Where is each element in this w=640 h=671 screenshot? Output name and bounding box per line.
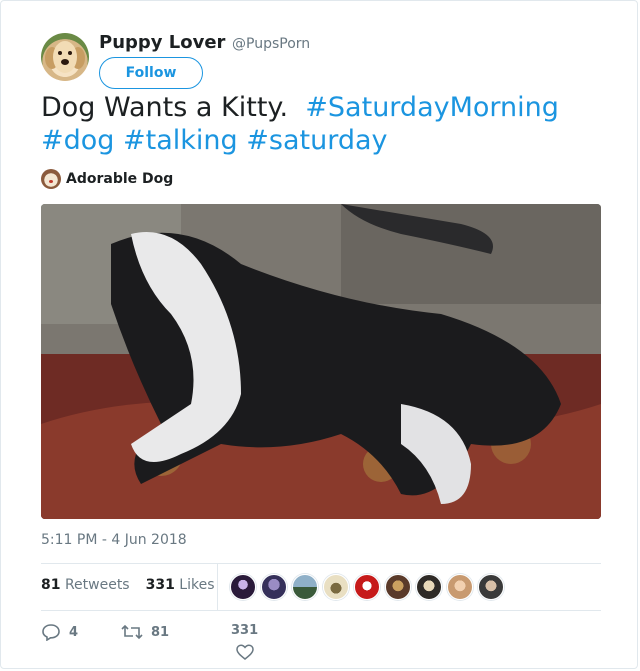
hashtag-saturday[interactable]: #saturday bbox=[246, 125, 387, 156]
retweet-icon bbox=[121, 624, 143, 640]
tweet-text: Dog Wants a Kitty. #SaturdayMorning #dog… bbox=[41, 91, 621, 157]
avatar-eye-left bbox=[58, 51, 62, 55]
reply-count: 4 bbox=[69, 624, 79, 640]
author-name[interactable]: Puppy Lover bbox=[99, 32, 225, 53]
liker-avatar[interactable] bbox=[354, 574, 380, 600]
hashtag-saturdaymorning[interactable]: #SaturdayMorning bbox=[305, 92, 559, 123]
retweet-count: 81 bbox=[151, 624, 170, 640]
avatar-face bbox=[53, 41, 77, 73]
stats-separator bbox=[217, 564, 218, 610]
author-avatar[interactable] bbox=[41, 33, 89, 81]
liker-avatar[interactable] bbox=[385, 574, 411, 600]
video-thumbnail bbox=[41, 204, 601, 519]
liker-avatar[interactable] bbox=[478, 574, 504, 600]
liker-avatar[interactable] bbox=[230, 574, 256, 600]
divider-bottom bbox=[41, 610, 601, 611]
likes-count: 331 bbox=[145, 577, 175, 593]
media-video[interactable] bbox=[41, 204, 601, 519]
reply-icon bbox=[42, 624, 60, 641]
likers-list bbox=[230, 574, 504, 600]
tweet-body: Dog Wants a Kitty. bbox=[41, 92, 289, 123]
like-count: 331 bbox=[231, 623, 259, 638]
retweets-label: Retweets bbox=[64, 577, 130, 593]
heart-icon bbox=[235, 644, 254, 660]
follow-button[interactable]: Follow bbox=[99, 57, 203, 89]
liker-avatar[interactable] bbox=[261, 574, 287, 600]
likes-stat[interactable]: 331 Likes bbox=[146, 577, 215, 593]
retweets-count: 81 bbox=[41, 577, 61, 593]
liker-avatar[interactable] bbox=[323, 574, 349, 600]
divider-top bbox=[41, 563, 601, 564]
attribution-name: Adorable Dog bbox=[66, 171, 174, 187]
avatar-eye-right bbox=[68, 51, 72, 55]
engagement-counts: 81 Retweets 331 Likes bbox=[41, 577, 215, 593]
likes-label: Likes bbox=[179, 577, 215, 593]
tweet-card: Puppy Lover @PupsPorn Follow Dog Wants a… bbox=[0, 0, 638, 669]
media-attribution[interactable]: Adorable Dog bbox=[41, 168, 173, 190]
liker-avatar[interactable] bbox=[416, 574, 442, 600]
like-action[interactable]: 331 bbox=[231, 623, 258, 660]
hashtag-dog[interactable]: #dog bbox=[41, 125, 114, 156]
retweet-action[interactable]: 81 bbox=[121, 623, 169, 641]
author-handle[interactable]: @PupsPorn bbox=[232, 36, 310, 52]
tweet-timestamp[interactable]: 5:11 PM - 4 Jun 2018 bbox=[41, 532, 187, 548]
hashtag-talking[interactable]: #talking bbox=[123, 125, 238, 156]
retweets-stat[interactable]: 81 Retweets bbox=[41, 577, 130, 593]
liker-avatar[interactable] bbox=[292, 574, 318, 600]
liker-avatar[interactable] bbox=[447, 574, 473, 600]
dog-avatar-icon bbox=[41, 169, 61, 189]
reply-action[interactable]: 4 bbox=[41, 623, 78, 641]
avatar-nose bbox=[61, 59, 69, 65]
